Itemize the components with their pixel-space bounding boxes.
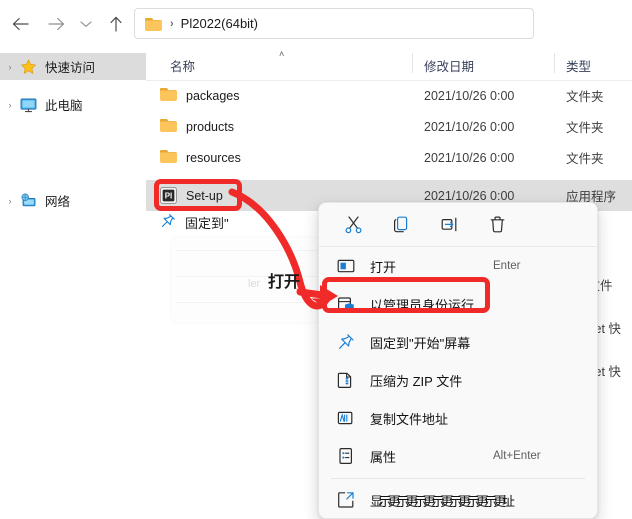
- chevron-right-icon[interactable]: ›: [0, 196, 20, 206]
- table-row[interactable]: packages 2021/10/26 0:00 文件夹: [146, 80, 632, 111]
- sort-ascending-icon: ˄: [279, 49, 285, 59]
- address-bar[interactable]: › Pl2022(64bit): [134, 8, 534, 39]
- pin-icon: [160, 213, 176, 232]
- file-type: 文件夹: [566, 90, 604, 104]
- file-type: 文件夹: [566, 121, 604, 135]
- context-menu-item-properties[interactable]: 属性 Alt+Enter: [319, 437, 597, 475]
- file-date: 2021/10/26 0:00: [424, 188, 515, 203]
- open-icon: [335, 256, 357, 276]
- context-menu-item-shortcut: Alt+Enter: [493, 450, 541, 462]
- column-header-date-modified[interactable]: 修改日期: [424, 56, 474, 75]
- shield-admin-icon: [335, 294, 357, 314]
- star-icon: [20, 59, 38, 75]
- column-divider[interactable]: [554, 53, 555, 73]
- show-more-icon: [335, 490, 357, 510]
- navigation-bar: › Pl2022(64bit): [0, 0, 632, 47]
- column-header-row: 名称 ˄ 修改日期 类型: [146, 47, 632, 81]
- context-menu-item-label: 固定到"开始"屏幕: [370, 335, 471, 351]
- sidebar-item-label: 网络: [45, 195, 71, 209]
- pinned-to-row[interactable]: 固定到": [160, 213, 229, 232]
- sidebar-item-label: 此电脑: [45, 99, 83, 113]
- context-menu: 打开 Enter 以管理员身份运行 固定到"开始"屏幕 压缩为 ZIP 文件 复…: [318, 202, 598, 519]
- context-menu-item-label: 压缩为 ZIP 文件: [370, 373, 463, 389]
- file-name: products: [186, 119, 234, 134]
- folder-icon: [160, 118, 178, 134]
- context-menu-item-show-more-options[interactable]: 显示更示更示更示更示更示更示更址: [319, 482, 597, 518]
- context-menu-item-label: 属性: [370, 449, 397, 465]
- folder-icon: [160, 87, 178, 103]
- context-menu-item-compress-to-zip[interactable]: 压缩为 ZIP 文件: [319, 361, 597, 399]
- navigation-sidebar: › 快速访问 › 此电脑 › 网络: [0, 47, 146, 508]
- delete-icon[interactable]: [473, 208, 521, 242]
- properties-icon: [335, 446, 357, 466]
- column-header-type[interactable]: 类型: [566, 56, 591, 75]
- breadcrumb-separator: ›: [170, 17, 174, 30]
- table-row[interactable]: resources 2021/10/26 0:00 文件夹: [146, 142, 632, 173]
- pin-icon: [335, 332, 357, 352]
- folder-icon: [160, 149, 178, 165]
- context-menu-item-shortcut: Enter: [493, 260, 521, 272]
- zip-icon: [335, 370, 357, 390]
- cut-icon[interactable]: [329, 208, 377, 242]
- file-date: 2021/10/26 0:00: [424, 88, 515, 103]
- column-header-name[interactable]: 名称: [170, 56, 195, 75]
- table-row[interactable]: products 2021/10/26 0:00 文件夹: [146, 111, 632, 142]
- context-menu-item-label: 以管理员身份运行: [370, 297, 475, 313]
- back-button[interactable]: [8, 12, 32, 36]
- context-menu-item-copy-file-path[interactable]: 复制文件地址: [319, 399, 597, 437]
- column-divider[interactable]: [412, 53, 413, 73]
- chevron-right-icon[interactable]: ›: [0, 62, 20, 72]
- file-name: resources: [186, 150, 241, 165]
- file-type: 文件夹: [566, 152, 604, 166]
- file-date: 2021/10/26 0:00: [424, 150, 515, 165]
- up-button[interactable]: [104, 12, 128, 36]
- computer-icon: [20, 97, 38, 113]
- recent-locations-button[interactable]: [74, 12, 98, 36]
- network-icon: [20, 192, 38, 209]
- rename-icon[interactable]: [425, 208, 473, 242]
- chevron-right-icon[interactable]: ›: [0, 100, 20, 110]
- pinned-to-label: 固定到": [185, 216, 229, 231]
- sidebar-item-this-pc[interactable]: › 此电脑: [0, 91, 146, 118]
- annotation-open-label: 打开: [268, 274, 301, 291]
- context-menu-separator: [331, 478, 585, 479]
- context-menu-item-label: 打开: [370, 259, 397, 275]
- file-name: Set-up: [186, 188, 223, 203]
- file-date: 2021/10/26 0:00: [424, 119, 515, 134]
- sidebar-item-label: 快速访问: [45, 61, 96, 75]
- svg-text:Pl: Pl: [165, 192, 173, 201]
- forward-button[interactable]: [44, 12, 68, 36]
- sidebar-item-quick-access[interactable]: › 快速访问: [0, 53, 146, 80]
- sidebar-item-network[interactable]: › 网络: [0, 187, 146, 214]
- file-name: packages: [186, 88, 240, 103]
- context-menu-item-pin-to-start[interactable]: 固定到"开始"屏幕: [319, 323, 597, 361]
- context-menu-item-open[interactable]: 打开 Enter: [319, 247, 597, 285]
- pl-app-icon: Pl: [160, 187, 178, 204]
- folder-icon: [145, 17, 162, 31]
- breadcrumb-path: Pl2022(64bit): [180, 16, 258, 31]
- context-menu-toolbar: [319, 203, 597, 247]
- context-menu-item-label: 复制文件地址: [370, 411, 449, 427]
- context-menu-item-run-as-administrator[interactable]: 以管理员身份运行: [319, 285, 597, 323]
- copy-icon[interactable]: [377, 208, 425, 242]
- copy-path-icon: [335, 408, 357, 428]
- context-menu-item-label: 显示更示更示更示更示更示更示更址: [370, 493, 515, 509]
